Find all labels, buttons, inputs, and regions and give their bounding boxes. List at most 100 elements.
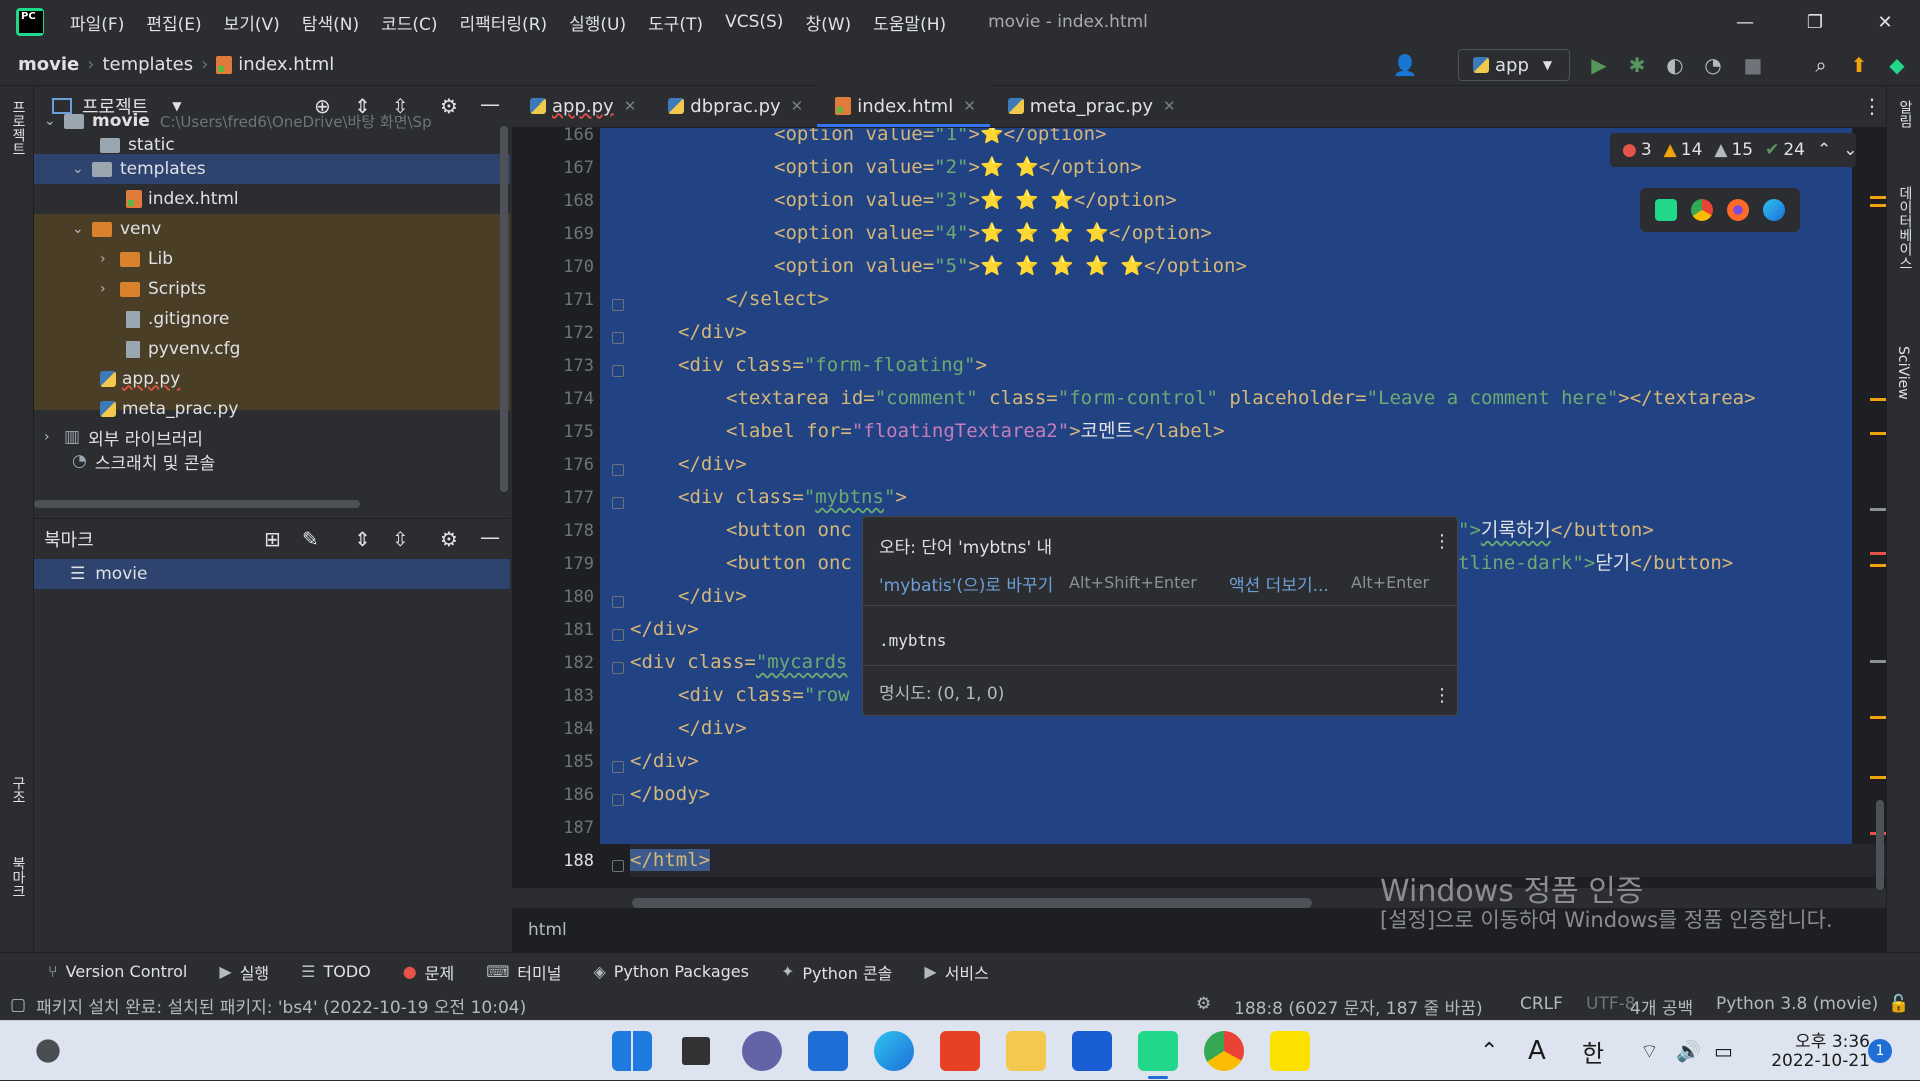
file-explorer-icon[interactable] <box>1006 1031 1046 1071</box>
edge-icon[interactable] <box>874 1031 914 1071</box>
chevron-up-icon[interactable]: ⌃ <box>1817 140 1831 160</box>
tool-version-control[interactable]: ⑂ Version Control <box>48 962 187 981</box>
chevron-right-icon[interactable]: › <box>44 429 64 445</box>
menu-navigate[interactable]: 탐색(N) <box>302 10 359 35</box>
ime-mode-a[interactable]: A <box>1528 1021 1546 1081</box>
bookmarks-tool-label[interactable]: 북마크 <box>8 856 28 898</box>
edge-icon[interactable] <box>1763 199 1785 221</box>
teams-icon[interactable] <box>742 1031 782 1071</box>
notifications-tool-label[interactable]: 알림 <box>1895 100 1915 128</box>
status-message[interactable]: 패키지 설치 완료: 설치된 패키지: 'bs4' (2022-10-19 오전… <box>36 993 526 1018</box>
warning-marker[interactable] <box>1870 196 1886 199</box>
menu-tools[interactable]: 도구(T) <box>648 10 703 35</box>
chrome-icon[interactable] <box>1204 1031 1244 1071</box>
database-tool-label[interactable]: 데이터베이스 <box>1895 186 1915 270</box>
editor-horizontal-scrollbar[interactable] <box>632 898 1312 908</box>
indent-setting[interactable]: 4개 공백 <box>1630 994 1693 1019</box>
tree-row-templates[interactable]: ⌄ templates <box>34 154 510 184</box>
chevron-down-icon[interactable]: ⌄ <box>1843 140 1857 160</box>
tab-app-py[interactable]: app.py ✕ <box>512 85 650 127</box>
warning-marker[interactable] <box>1870 398 1886 401</box>
file-encoding[interactable]: UTF-8 <box>1586 994 1636 1014</box>
menu-edit[interactable]: 편집(E) <box>146 10 201 35</box>
start-icon[interactable] <box>612 1031 652 1071</box>
tree-row-gitignore[interactable]: .gitignore <box>34 304 510 334</box>
notification-badge[interactable]: 1 <box>1868 1039 1892 1063</box>
more-options-icon[interactable]: ⋮ <box>1433 531 1451 552</box>
python-interpreter[interactable]: Python 3.8 (movie) <box>1716 994 1878 1014</box>
pycharm-logo-icon[interactable] <box>16 8 44 36</box>
menu-vcs[interactable]: VCS(S) <box>725 12 783 32</box>
menu-help[interactable]: 도움말(H) <box>873 10 946 35</box>
ime-mode-han[interactable]: 한 <box>1582 1021 1604 1081</box>
close-icon[interactable]: ✕ <box>963 97 976 115</box>
user-icon[interactable]: 👤 <box>1392 52 1418 78</box>
caret-position[interactable]: 188:8 (6027 문자, 187 줄 바꿈) <box>1234 994 1483 1019</box>
close-icon[interactable]: ✕ <box>1163 97 1176 115</box>
tool-problems[interactable]: ● 문제 <box>403 960 454 984</box>
fold-marker-icon[interactable] <box>612 761 624 773</box>
line-separator[interactable]: CRLF <box>1520 994 1563 1014</box>
tab-dbprac-py[interactable]: dbprac.py ✕ <box>650 85 817 127</box>
lock-icon[interactable]: 🔓 <box>1888 994 1909 1014</box>
window-icon[interactable]: ▢ <box>10 995 26 1015</box>
restore-icon[interactable]: ❐ <box>1780 0 1850 44</box>
gear-icon[interactable]: ⚙ <box>440 527 458 551</box>
horizontal-scrollbar[interactable] <box>34 500 360 508</box>
bookmarks-panel-title[interactable]: 북마크 <box>44 526 94 552</box>
store-icon[interactable] <box>1072 1031 1112 1071</box>
menu-run[interactable]: 실행(U) <box>569 10 626 35</box>
close-window-icon[interactable]: ✕ <box>1850 0 1920 44</box>
kakaotalk-icon[interactable] <box>1270 1031 1310 1071</box>
close-icon[interactable]: ✕ <box>624 97 637 115</box>
clock-time[interactable]: 오후 3:36 <box>1760 1027 1870 1052</box>
structure-tool-label[interactable]: 구조 <box>8 776 28 804</box>
tree-row-index-html[interactable]: index.html <box>34 184 510 214</box>
minimize-icon[interactable]: — <box>1710 0 1780 44</box>
office-icon[interactable] <box>940 1031 980 1071</box>
warning-marker[interactable] <box>1870 432 1886 435</box>
warning-marker[interactable] <box>1870 204 1886 207</box>
update-icon[interactable]: ⬆ <box>1846 52 1872 78</box>
tool-terminal[interactable]: ⌨ 터미널 <box>486 960 561 984</box>
battery-icon[interactable]: ▭ <box>1714 1021 1733 1081</box>
firefox-icon[interactable] <box>1727 199 1749 221</box>
hide-panel-icon[interactable]: — <box>480 525 500 549</box>
breadcrumb-file[interactable]: index.html <box>238 54 334 75</box>
menu-refactor[interactable]: 리팩터링(R) <box>460 10 548 35</box>
tool-services[interactable]: ▶ 서비스 <box>924 960 988 984</box>
vertical-scrollbar[interactable] <box>500 126 508 492</box>
search-icon[interactable]: ⌕ <box>1808 52 1834 78</box>
fold-marker-icon[interactable] <box>612 365 624 377</box>
wifi-icon[interactable]: ⌔ <box>1640 1021 1659 1081</box>
error-marker[interactable] <box>1870 552 1886 555</box>
chevron-down-icon[interactable]: ⌄ <box>44 113 64 129</box>
volume-icon[interactable]: 🔊 <box>1676 1021 1701 1081</box>
menu-code[interactable]: 코드(C) <box>381 10 437 35</box>
tree-row-meta-prac[interactable]: meta_prac.py <box>34 394 510 424</box>
task-view-icon[interactable] <box>682 1037 710 1065</box>
tool-run[interactable]: ▶ 실행 <box>219 960 269 984</box>
mail-icon[interactable] <box>808 1031 848 1071</box>
stop-icon[interactable]: ■ <box>1740 52 1766 78</box>
menu-view[interactable]: 보기(V) <box>224 10 280 35</box>
pycharm-browser-icon[interactable] <box>1655 199 1677 221</box>
fix-typo-link[interactable]: 'mybatis'(으)로 바꾸기 <box>879 571 1053 596</box>
run-icon[interactable]: ▶ <box>1586 52 1612 78</box>
fold-marker-icon[interactable] <box>612 299 624 311</box>
more-options-icon[interactable]: ⋮ <box>1433 685 1451 706</box>
coverage-icon[interactable]: ◐ <box>1662 52 1688 78</box>
profile-icon[interactable]: ◔ <box>1700 52 1726 78</box>
run-config-select[interactable]: app ▼ <box>1458 49 1570 81</box>
widgets-icon[interactable] <box>28 1031 68 1071</box>
tree-row-app-py[interactable]: app.py <box>34 364 510 394</box>
chevron-right-icon[interactable]: › <box>100 251 120 267</box>
bookmark-item[interactable]: ☰ movie <box>34 559 510 589</box>
clock-date[interactable]: 2022-10-21 <box>1760 1051 1870 1071</box>
project-tool-label[interactable]: 프로젝트 <box>8 100 28 156</box>
chevron-up-icon[interactable]: ⌃ <box>1480 1021 1498 1081</box>
warning-marker[interactable] <box>1870 564 1886 567</box>
tool-todo[interactable]: ☰ TODO <box>301 962 371 981</box>
menu-window[interactable]: 창(W) <box>805 10 851 35</box>
fold-marker-icon[interactable] <box>612 464 624 476</box>
